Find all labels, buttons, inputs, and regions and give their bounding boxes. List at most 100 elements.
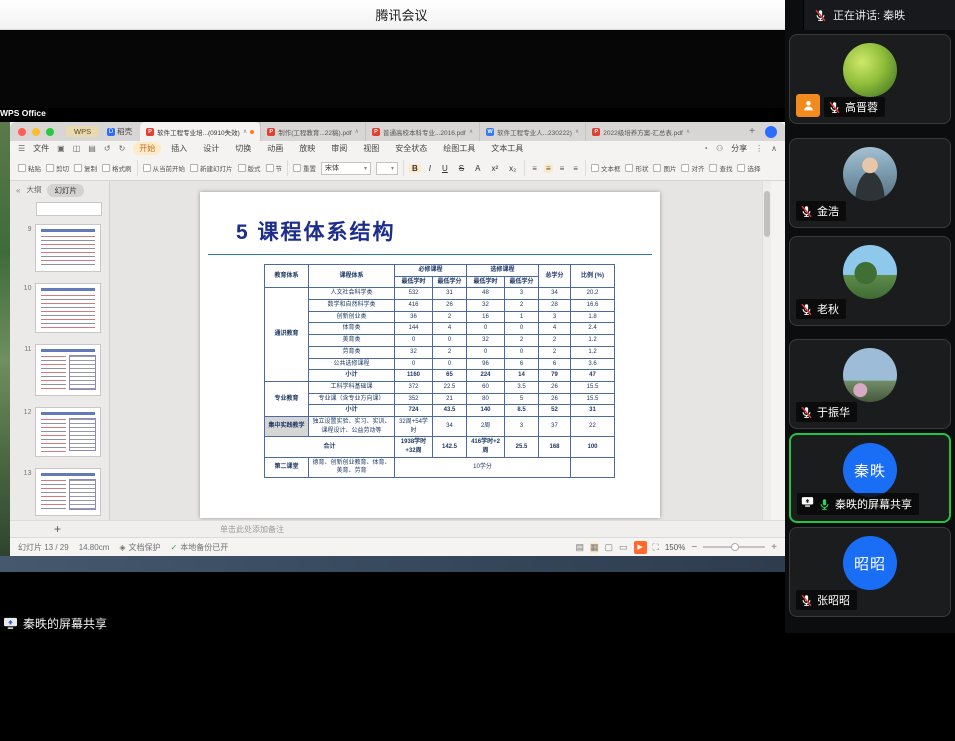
document-tab-0[interactable]: P 软件工程专业培...(0910失效) ∧ [140,122,261,141]
tab-caret-icon[interactable]: ∧ [469,128,473,135]
ribbon-tab-视图[interactable]: 视图 [357,142,385,155]
ribbon-tab-安全状态[interactable]: 安全状态 [389,142,433,155]
document-tab-4[interactable]: P 2022级培养方案-汇总表.pdf ∧ [585,122,696,141]
participant-tile[interactable]: 昭昭 张昭昭 [789,527,951,617]
tool-选择[interactable]: 选择 [737,163,760,173]
ribbon-tab-动画[interactable]: 动画 [261,142,289,155]
tab-caret-icon[interactable]: ∧ [575,128,579,135]
reading-view-icon[interactable]: ▢ [605,542,614,553]
scrollbar-thumb[interactable] [764,191,770,237]
document-tab-3[interactable]: W 软件工程专业人...230222) ∧ [479,122,585,141]
ribbon-tab-绘图工具[interactable]: 绘图工具 [437,142,481,155]
slide-thumbnail[interactable] [35,468,101,516]
ribbon-tab-放映[interactable]: 放映 [293,142,321,155]
export-icon[interactable]: ◫ [73,144,81,153]
new-tab-button[interactable]: + [743,126,761,137]
document-tab-1[interactable]: P 制作(工程教育...22稿).pdf ∧ [260,122,365,141]
notes-placeholder[interactable]: 单击此处添加备注 [220,524,284,535]
ribbon-tab-审阅[interactable]: 审阅 [325,142,353,155]
close-window-button[interactable] [18,127,26,136]
current-slide[interactable]: 5 课程体系结构 教育体系 课程体系 必修课程 选修课程 总学分 比例 (%) 最低学时 最低… [200,192,660,518]
participant-tile[interactable]: 高晋蓉 [789,34,951,124]
play-slideshow-button[interactable]: ▶ [633,540,647,554]
collapse-ribbon-icon[interactable]: ∧ [771,144,777,153]
tool-格式刷[interactable]: 格式刷 [102,163,132,173]
canvas-scrollbar[interactable] [762,181,771,520]
redo-icon[interactable]: ↻ [119,144,126,153]
tool-重置[interactable]: 重置 [293,163,316,173]
notes-view-icon[interactable]: ▭ [619,542,628,553]
tool-形状[interactable]: 形状 [625,163,648,173]
tool-剪切[interactable]: 剪切 [46,163,69,173]
ribbon-tab-切换[interactable]: 切换 [229,142,257,155]
collaborate-icon[interactable]: ⚇ [716,144,723,153]
format-U-button[interactable]: U [439,164,451,173]
participant-tile[interactable]: 于振华 [789,339,951,429]
slide-thumbnail[interactable] [35,283,101,333]
docer-button[interactable]: D 稻壳 [103,126,136,137]
zoom-slider-knob[interactable] [731,543,740,551]
participant-tile[interactable]: 秦昳 秦昳的屏幕共享 [789,433,951,523]
maximize-window-button[interactable] [46,127,54,136]
tool-文本框[interactable]: 文本框 [590,163,620,173]
tool-图片[interactable]: 图片 [653,163,676,173]
collapse-panel-icon[interactable]: « [16,186,20,195]
align-left-icon[interactable]: ≡ [530,164,539,173]
participant-tile[interactable]: 金浩 [789,138,951,228]
tool-对齐[interactable]: 对齐 [681,163,704,173]
file-menu-button[interactable]: 文件 [33,143,49,154]
ribbon-tab-设计[interactable]: 设计 [197,142,225,155]
print-icon[interactable]: ▤ [88,144,96,153]
tool-从当前开始[interactable]: 从当前开始 [142,163,185,173]
undo-icon[interactable]: ↺ [104,144,111,153]
slide-thumbnail[interactable] [35,224,101,272]
panel-tab-幻灯片[interactable]: 幻灯片 [47,184,84,197]
tool-版式[interactable]: 版式 [237,163,261,173]
align-justify-icon[interactable]: ≡ [571,164,580,173]
slide-sorter-icon[interactable]: ▦ [589,541,599,553]
tab-caret-icon[interactable]: ∧ [686,128,690,135]
slide-thumbnail[interactable] [35,344,101,396]
align-right-icon[interactable]: ≡ [558,164,567,173]
format-S-button[interactable]: S [456,164,467,173]
slide-thumbnail-partial[interactable] [36,202,102,216]
format-B-button[interactable]: B [409,163,421,173]
wps-home-button[interactable]: WPS [66,126,100,137]
hamburger-menu-icon[interactable]: ☰ [18,144,25,153]
tool-查找[interactable]: 查找 [709,163,732,173]
zoom-slider[interactable] [703,543,766,551]
font-family-select[interactable]: 宋体 ▾ [321,161,371,175]
zoom-in-button[interactable]: + [771,542,777,553]
tool-节[interactable]: 节 [265,163,282,173]
ribbon-tab-开始[interactable]: 开始 [133,142,162,155]
curriculum-table[interactable]: 教育体系 课程体系 必修课程 选修课程 总学分 比例 (%) 最低学时 最低学分 最低学时 最低学… [264,263,615,479]
font-size-select[interactable]: ▾ [376,161,398,175]
format-I-button[interactable]: I [426,164,434,173]
save-icon[interactable]: ▣ [57,144,65,153]
tool-复制[interactable]: 复制 [74,163,97,173]
normal-view-icon[interactable]: ▤ [575,542,584,553]
more-icon[interactable]: ⋮ [755,144,763,153]
tab-caret-icon[interactable]: ∧ [355,128,359,135]
zoom-out-button[interactable]: − [691,542,697,553]
format-x²-button[interactable]: x² [488,164,501,173]
document-tab-label: 普通高校本科专业...2016.pdf [382,129,466,137]
ribbon-tab-插入[interactable]: 插入 [165,142,193,155]
tab-caret-icon[interactable]: ∧ [243,128,247,135]
format-x₂-button[interactable]: x₂ [506,164,519,173]
format-A-button[interactable]: A [472,164,483,173]
fullscreen-icon[interactable]: ⛶ [653,542,659,553]
panel-tab-大纲[interactable]: 大纲 [26,184,41,197]
ribbon-tab-文本工具[interactable]: 文本工具 [485,142,529,155]
tool-新建幻灯片[interactable]: 新建幻灯片 [190,163,233,173]
align-center-icon[interactable]: ≡ [543,163,553,173]
slide-thumbnail[interactable] [35,407,101,457]
minimize-window-button[interactable] [32,127,40,136]
eye-protect-icon[interactable]: ◔ [703,144,708,153]
share-button[interactable]: 分享 [731,143,747,154]
document-tab-2[interactable]: P 普通高校本科专业...2016.pdf ∧ [364,122,479,141]
tool-粘贴[interactable]: 粘贴 [18,163,41,173]
participant-tile[interactable]: 老秋 [789,236,951,326]
wps-account-avatar[interactable] [765,125,777,138]
add-slide-button[interactable]: + [54,522,61,536]
